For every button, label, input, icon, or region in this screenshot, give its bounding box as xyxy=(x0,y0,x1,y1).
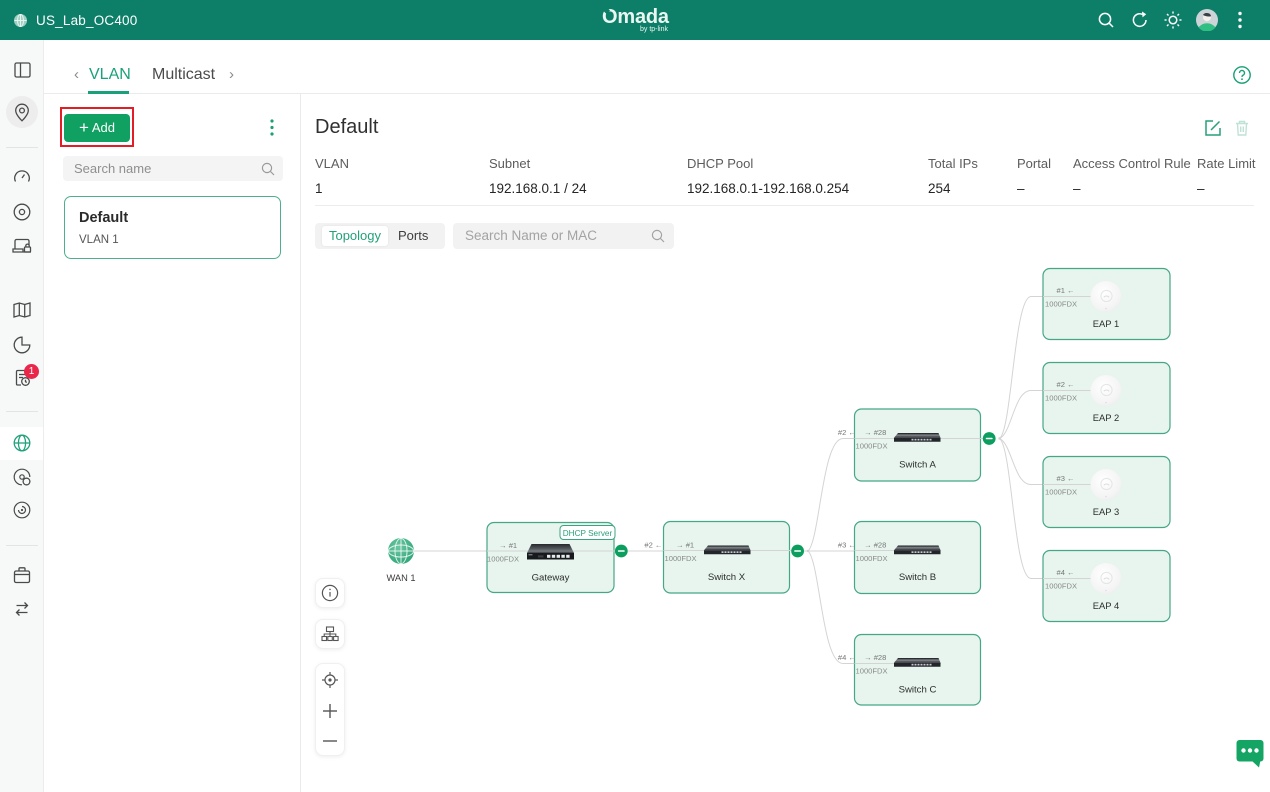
svg-text:WAN 1: WAN 1 xyxy=(386,573,415,583)
svg-text:→ #28: → #28 xyxy=(864,428,886,437)
svg-text:1000FDX: 1000FDX xyxy=(487,555,519,564)
svg-text:1000FDX: 1000FDX xyxy=(1045,582,1077,591)
svg-text:→ #28: → #28 xyxy=(864,653,886,662)
svg-text:1000FDX: 1000FDX xyxy=(1045,488,1077,497)
svg-text:EAP 2: EAP 2 xyxy=(1093,412,1119,423)
svg-text:#3 ←: #3 ← xyxy=(1057,474,1075,483)
svg-text:#2 ←: #2 ← xyxy=(1057,380,1075,389)
svg-text:1000FDX: 1000FDX xyxy=(665,554,697,563)
svg-text:Switch B: Switch B xyxy=(899,572,936,583)
svg-text:1000FDX: 1000FDX xyxy=(1045,394,1077,403)
svg-text:#4 ←: #4 ← xyxy=(1057,568,1075,577)
svg-text:1000FDX: 1000FDX xyxy=(856,667,888,676)
svg-text:1000FDX: 1000FDX xyxy=(1045,300,1077,309)
svg-text:EAP 3: EAP 3 xyxy=(1093,506,1119,517)
svg-text:#2 ←: #2 ← xyxy=(838,428,856,437)
svg-text:Gateway: Gateway xyxy=(532,573,570,584)
svg-text:→ #1: → #1 xyxy=(499,541,517,550)
svg-text:#1 ←: #1 ← xyxy=(1057,286,1075,295)
svg-text:1000FDX: 1000FDX xyxy=(856,554,888,563)
svg-text:Switch X: Switch X xyxy=(708,572,746,583)
svg-text:1000FDX: 1000FDX xyxy=(856,442,888,451)
svg-text:Switch A: Switch A xyxy=(899,460,936,471)
svg-text:#2 ←: #2 ← xyxy=(644,541,662,550)
svg-text:→ #1: → #1 xyxy=(676,541,694,550)
svg-text:Switch C: Switch C xyxy=(899,685,937,696)
svg-text:→ #28: → #28 xyxy=(864,541,886,550)
svg-text:EAP 4: EAP 4 xyxy=(1093,600,1119,611)
svg-text:EAP 1: EAP 1 xyxy=(1093,318,1119,329)
svg-text:#4 ←: #4 ← xyxy=(838,653,856,662)
svg-text:DHCP Server: DHCP Server xyxy=(563,529,613,538)
svg-text:#3 ←: #3 ← xyxy=(838,541,856,550)
